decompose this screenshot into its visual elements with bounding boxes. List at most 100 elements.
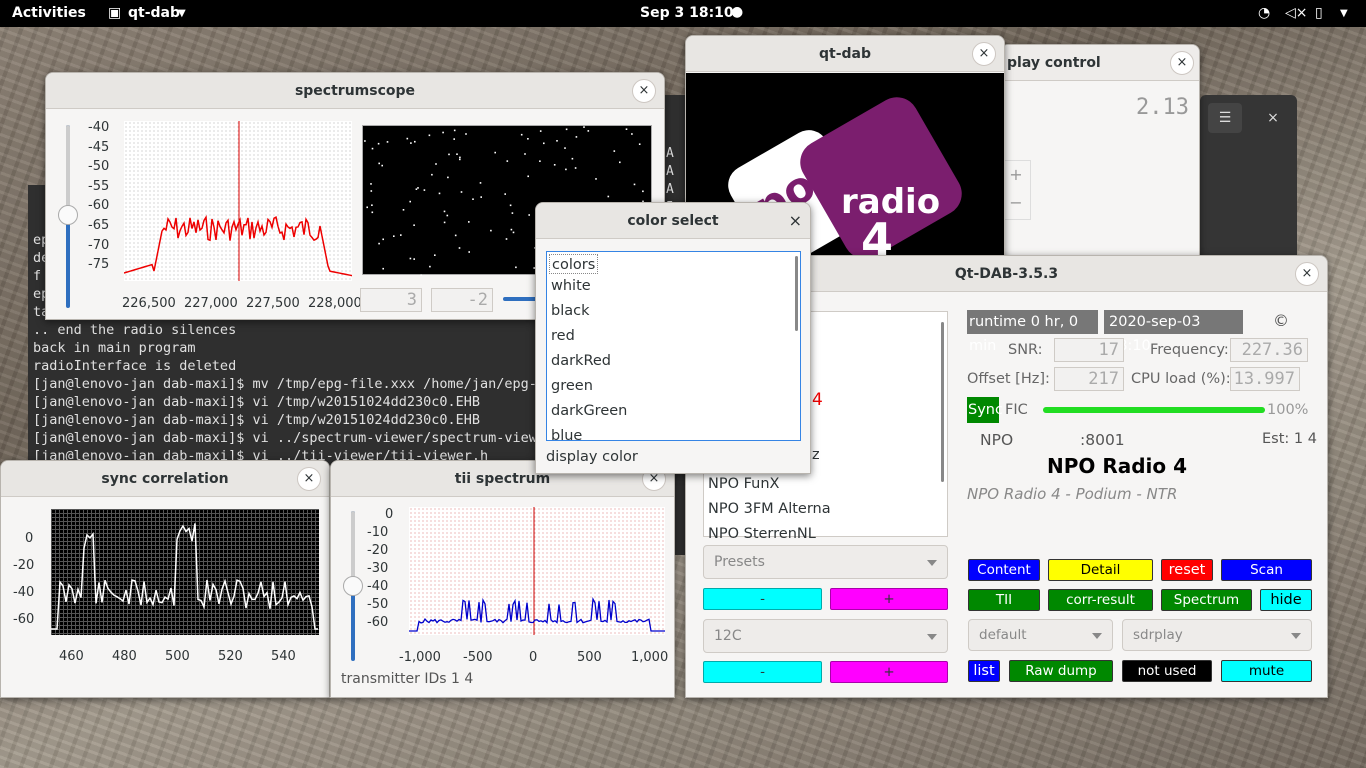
- axis-tick-label: 227,500: [246, 296, 300, 311]
- axis-tick-label: -500: [463, 650, 493, 665]
- list-item-partial[interactable]: z: [812, 447, 820, 463]
- sync-indicator: Sync: [967, 397, 1003, 423]
- color-option-green[interactable]: green: [547, 374, 800, 399]
- list-item-partial[interactable]: 4: [812, 390, 823, 410]
- iq-point: [378, 162, 380, 165]
- iq-point: [453, 138, 455, 140]
- prev-service-button[interactable]: -: [703, 588, 822, 610]
- axis-tick-label: -50: [367, 597, 389, 612]
- iq-point: [509, 204, 512, 207]
- chevron-down-icon: [1092, 633, 1102, 639]
- close-icon[interactable]: ×: [789, 203, 802, 239]
- axis-tick-label: -60: [88, 198, 110, 214]
- iq-point: [631, 133, 633, 135]
- iq-point: [378, 242, 380, 245]
- service-items: NPO FunX NPO 3FM Alterna NPO SterrenNL: [704, 472, 944, 547]
- close-icon[interactable]: ×: [1170, 51, 1194, 75]
- display-control-stepper[interactable]: + −: [1001, 160, 1031, 220]
- iq-point: [371, 147, 374, 150]
- service-list-item[interactable]: NPO 3FM Alterna: [704, 497, 944, 522]
- sync-chart: [51, 523, 318, 630]
- color-select-dialog: color select × colors white black red darkRed…: [535, 202, 811, 474]
- color-option-colors[interactable]: colors: [549, 254, 599, 274]
- tii-button[interactable]: TII: [968, 589, 1040, 611]
- cpu-label: CPU load (%):: [1131, 371, 1231, 387]
- axis-tick-label: -45: [88, 139, 110, 155]
- system-menu-chevron-icon[interactable]: ▼: [1340, 8, 1348, 19]
- presets-select[interactable]: Presets: [703, 545, 948, 579]
- spectrum-button[interactable]: Spectrum: [1161, 589, 1252, 611]
- channel-value: 12C: [714, 628, 742, 644]
- copyright-button[interactable]: ©: [1273, 311, 1289, 330]
- iq-point: [574, 167, 577, 169]
- axis-tick-label: -40: [88, 120, 110, 135]
- battery-icon[interactable]: ▯: [1315, 5, 1323, 21]
- plus-icon[interactable]: +: [1002, 161, 1030, 189]
- iq-point: [505, 238, 508, 240]
- volume-muted-icon[interactable]: ◁×: [1285, 5, 1308, 21]
- sync-plot: [51, 509, 319, 635]
- iq-point: [515, 266, 517, 269]
- content-button[interactable]: Content: [968, 559, 1040, 581]
- iq-point: [458, 247, 461, 249]
- fic-percent: 100%: [1267, 402, 1309, 418]
- terminal-side-char: A: [666, 182, 674, 197]
- reset-button[interactable]: reset: [1161, 559, 1213, 581]
- color-option-red[interactable]: red: [547, 324, 800, 349]
- iq-point: [512, 231, 515, 234]
- color-option-white[interactable]: white: [547, 274, 800, 299]
- sync-title: sync correlation: [101, 471, 229, 487]
- app-menu[interactable]: qt-dab: [128, 5, 180, 21]
- close-icon[interactable]: ×: [632, 79, 656, 103]
- raw-dump-button[interactable]: Raw dump: [1009, 660, 1113, 682]
- presets-value: Presets: [714, 554, 765, 570]
- color-option-darkgreen[interactable]: darkGreen: [547, 399, 800, 424]
- ensemble-label: NPO: [980, 431, 1014, 449]
- close-icon[interactable]: ×: [972, 42, 996, 66]
- scrollbar[interactable]: [795, 256, 798, 331]
- next-channel-button[interactable]: +: [830, 661, 948, 683]
- app-menu-chevron-icon[interactable]: ▼: [178, 8, 186, 19]
- device-select[interactable]: sdrplay: [1122, 619, 1312, 651]
- tii-amplification-slider[interactable]: [343, 511, 363, 661]
- close-icon[interactable]: ×: [1260, 105, 1286, 131]
- color-option-black[interactable]: black: [547, 299, 800, 324]
- device-default-select[interactable]: default: [968, 619, 1113, 651]
- mute-button[interactable]: mute: [1221, 660, 1312, 682]
- service-name: NPO Radio 4: [1046, 454, 1188, 478]
- close-icon[interactable]: ×: [1295, 262, 1319, 286]
- terminal-2-header: ☰ ×: [1200, 95, 1297, 255]
- not-used-button[interactable]: not used: [1122, 660, 1212, 682]
- activities-button[interactable]: Activities: [12, 5, 86, 21]
- color-list[interactable]: colors white black red darkRed green darkGreen…: [546, 251, 801, 441]
- list-button[interactable]: list: [968, 660, 1000, 682]
- hide-button[interactable]: hide: [1260, 589, 1312, 611]
- iq-point: [366, 206, 368, 209]
- iq-point: [429, 265, 431, 268]
- corr-result-button[interactable]: corr-result: [1048, 589, 1153, 611]
- axis-tick-label: -75: [88, 257, 110, 273]
- color-option-darkred[interactable]: darkRed: [547, 349, 800, 374]
- next-service-button[interactable]: +: [830, 588, 948, 610]
- app-menu-icon[interactable]: ▣: [108, 5, 121, 21]
- minus-icon[interactable]: −: [1002, 189, 1030, 217]
- spectrum-amplification-slider[interactable]: [58, 125, 78, 308]
- axis-tick-label: -50: [88, 159, 110, 175]
- tii-chart: [409, 507, 665, 635]
- clock[interactable]: Sep 3 18:10: [640, 5, 734, 21]
- iq-point: [528, 214, 530, 216]
- menu-icon[interactable]: ☰: [1208, 103, 1242, 133]
- wifi-icon[interactable]: ◔: [1258, 5, 1270, 21]
- prev-channel-button[interactable]: -: [703, 661, 822, 683]
- service-list-item[interactable]: NPO FunX: [704, 472, 944, 497]
- scan-button[interactable]: Scan: [1221, 559, 1312, 581]
- detail-button[interactable]: Detail: [1048, 559, 1153, 581]
- color-option-blue[interactable]: blue: [547, 424, 800, 440]
- scrollbar[interactable]: [941, 322, 944, 482]
- channel-select[interactable]: 12C: [703, 619, 948, 653]
- service-list-item[interactable]: NPO SterrenNL: [704, 522, 944, 547]
- fic-progress: [1043, 407, 1265, 413]
- close-icon[interactable]: ×: [297, 467, 321, 491]
- iq-point: [468, 251, 470, 253]
- axis-tick-label: -20: [13, 558, 35, 573]
